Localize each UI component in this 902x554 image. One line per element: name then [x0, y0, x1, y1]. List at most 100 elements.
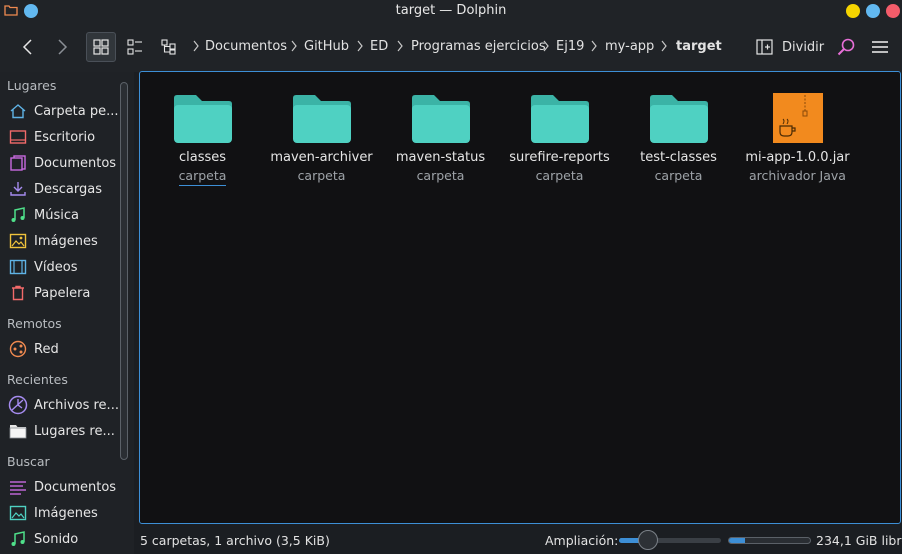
file-item-maven-status[interactable]: maven-status carpeta	[381, 92, 500, 192]
disk-usage-fill	[729, 538, 746, 543]
split-button-label: Dividir	[782, 39, 825, 55]
minimize-button[interactable]	[846, 4, 860, 18]
file-kind: carpeta	[535, 168, 584, 183]
sidebar-item-label: Documentos	[34, 155, 117, 171]
title-bar: target — Dolphin	[0, 0, 902, 22]
section-remotos: Remotos	[7, 316, 62, 331]
documents-icon	[8, 154, 28, 172]
maximize-button[interactable]	[866, 4, 880, 18]
tree-view-icon	[161, 39, 176, 55]
folder-icon	[650, 95, 708, 143]
zoom-label: Ampliación:	[545, 533, 619, 548]
file-kind: carpeta	[416, 168, 465, 183]
chevron-right-icon	[193, 40, 199, 52]
breadcrumb-item-documentos[interactable]: Documentos	[205, 39, 287, 54]
search-images-icon	[8, 504, 28, 522]
chevron-right-icon	[357, 40, 363, 52]
status-bar: 5 carpetas, 1 archivo (3,5 KiB) Ampliaci…	[134, 525, 902, 554]
tree-view-button[interactable]	[156, 34, 182, 60]
section-lugares: Lugares	[7, 78, 57, 93]
section-recientes: Recientes	[7, 372, 68, 387]
music-icon	[8, 206, 28, 224]
breadcrumb-item-programas-ejercicios[interactable]: Programas ejercicios	[411, 39, 546, 54]
sidebar-item-images[interactable]: Imágenes	[8, 230, 118, 252]
folder-icon	[412, 95, 470, 143]
sidebar-item-recent-places[interactable]: Lugares re...	[8, 420, 118, 442]
breadcrumb-item-ej19[interactable]: Ej19	[556, 39, 584, 54]
close-button[interactable]	[886, 4, 900, 18]
chevron-right-icon	[58, 39, 68, 55]
sidebar-item-label: Documentos	[34, 479, 117, 495]
sidebar-item-music[interactable]: Música	[8, 204, 118, 226]
file-name: maven-status	[395, 150, 486, 165]
sidebar-item-label: Archivos re...	[34, 397, 118, 413]
sidebar-item-documents[interactable]: Documentos	[8, 152, 118, 174]
breadcrumb-item-ed[interactable]: ED	[370, 39, 388, 54]
file-item-classes[interactable]: classes carpeta	[143, 92, 262, 192]
sidebar-item-desktop[interactable]: Escritorio	[8, 126, 118, 148]
sidebar-item-search-documents[interactable]: Documentos	[8, 476, 118, 498]
network-icon	[8, 340, 28, 358]
folder-icon	[174, 95, 232, 143]
sidebar-item-videos[interactable]: Vídeos	[8, 256, 118, 278]
file-kind: archivador Java	[749, 168, 846, 183]
file-name: test-classes	[640, 150, 717, 165]
sidebar-scrollbar[interactable]	[120, 82, 128, 460]
sidebar-item-label: Imágenes	[34, 505, 98, 521]
sidebar-item-downloads[interactable]: Descargas	[8, 178, 118, 200]
file-kind: carpeta	[143, 168, 262, 186]
breadcrumb-item-github[interactable]: GitHub	[304, 39, 349, 54]
file-name: classes	[178, 150, 227, 165]
file-item-jar[interactable]: mi-app-1.0.0.jar archivador Java	[738, 92, 857, 192]
sidebar-item-network[interactable]: Red	[8, 338, 118, 360]
free-space-label: 234,1 GiB libre	[816, 533, 902, 548]
sidebar-item-label: Sonido	[34, 531, 79, 547]
chevron-right-icon	[591, 40, 597, 52]
sidebar-item-label: Papelera	[34, 285, 91, 301]
folder-icon	[531, 95, 589, 143]
chevron-right-icon	[291, 40, 297, 52]
sidebar-item-search-audio[interactable]: Sonido	[8, 528, 118, 550]
recent-places-icon	[8, 422, 28, 440]
list-view-icon	[127, 39, 142, 55]
disk-usage-bar[interactable]	[728, 537, 811, 544]
file-name: mi-app-1.0.0.jar	[745, 150, 850, 165]
chevron-right-icon	[661, 40, 667, 52]
back-button[interactable]	[14, 34, 42, 60]
sidebar-item-recent-files[interactable]: Archivos re...	[8, 394, 118, 416]
recent-files-icon	[8, 395, 28, 415]
java-archive-icon	[773, 93, 823, 143]
grid-view-icon	[93, 39, 109, 55]
breadcrumb-item-my-app[interactable]: my-app	[605, 39, 654, 54]
sidebar-item-search-images[interactable]: Imágenes	[8, 502, 118, 524]
file-item-maven-archiver[interactable]: maven-archiver carpeta	[262, 92, 381, 192]
menu-button[interactable]	[868, 34, 892, 60]
sidebar-item-label: Carpeta pe...	[34, 103, 118, 119]
file-view[interactable]: classes carpeta maven-archiver carpeta m…	[139, 71, 901, 524]
file-item-surefire-reports[interactable]: surefire-reports carpeta	[500, 92, 619, 192]
icons-view-button[interactable]	[86, 32, 116, 62]
sidebar-item-label: Música	[34, 207, 79, 223]
images-icon	[8, 232, 28, 250]
section-buscar: Buscar	[7, 454, 50, 469]
split-button[interactable]: Dividir	[756, 36, 824, 58]
trash-icon	[8, 284, 28, 302]
file-name: surefire-reports	[509, 150, 610, 165]
zoom-slider-handle[interactable]	[637, 530, 658, 550]
file-kind: carpeta	[297, 168, 346, 183]
chevron-right-icon	[543, 40, 549, 52]
chevron-left-icon	[22, 39, 32, 55]
details-view-button[interactable]	[122, 34, 148, 60]
breadcrumb-item-target[interactable]: target	[676, 39, 722, 54]
search-button[interactable]	[834, 34, 858, 60]
forward-button[interactable]	[48, 34, 76, 60]
sidebar-item-home[interactable]: Carpeta pe...	[8, 100, 118, 122]
zoom-slider[interactable]	[619, 538, 721, 543]
chevron-right-icon	[397, 40, 403, 52]
search-audio-icon	[8, 530, 28, 548]
desktop-icon	[8, 128, 28, 146]
sidebar-item-label: Escritorio	[34, 129, 96, 145]
file-name: maven-archiver	[270, 150, 373, 165]
file-item-test-classes[interactable]: test-classes carpeta	[619, 92, 738, 192]
sidebar-item-trash[interactable]: Papelera	[8, 282, 118, 304]
